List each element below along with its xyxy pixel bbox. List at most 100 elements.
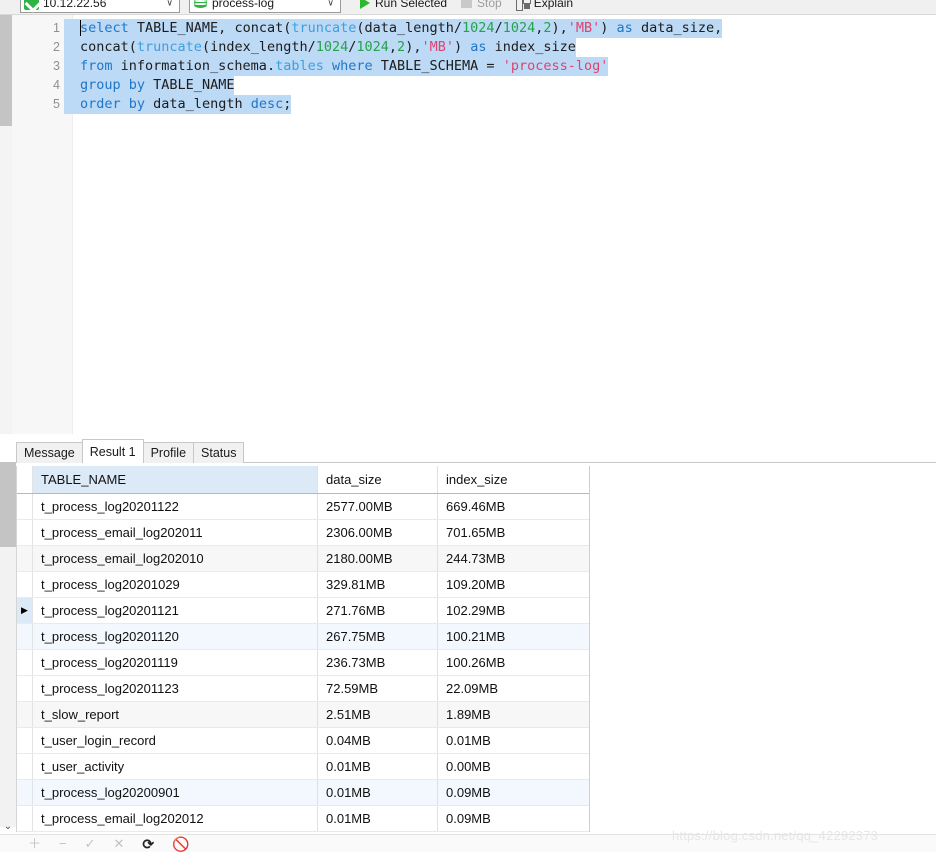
stop-button[interactable]: 🚫 [172, 837, 189, 851]
column-header-index_size[interactable]: index_size [438, 466, 589, 493]
tab-message[interactable]: Message [16, 442, 83, 463]
cell-index-size[interactable]: 0.09MB [438, 780, 589, 805]
table-row[interactable]: t_process_log20200901 0.01MB 0.09MB [17, 780, 589, 806]
table-row[interactable]: t_process_log20201122 2577.00MB 669.46MB [17, 494, 589, 520]
code-token: (index_length/ [201, 39, 316, 55]
cell-table-name[interactable]: t_process_log20200901 [33, 780, 318, 805]
table-row[interactable]: ▶ t_process_log20201121 271.76MB 102.29MB [17, 598, 589, 624]
cell-data-size[interactable]: 0.01MB [318, 780, 438, 805]
table-row[interactable]: t_slow_report 2.51MB 1.89MB [17, 702, 589, 728]
code-token: concat( [80, 39, 137, 55]
cell-table-name[interactable]: t_process_email_log202011 [33, 520, 318, 545]
result-grid[interactable]: TABLE_NAME data_size index_size t_process_l… [16, 466, 590, 832]
cell-table-name[interactable]: t_process_log20201120 [33, 624, 318, 649]
code-token: data_size, [640, 20, 723, 36]
cell-index-size[interactable]: 100.21MB [438, 624, 589, 649]
database-combobox[interactable]: process-log ∨ [189, 0, 341, 13]
cell-data-size[interactable]: 2577.00MB [318, 494, 438, 519]
cell-index-size[interactable]: 0.09MB [438, 806, 589, 831]
cell-data-size[interactable]: 267.75MB [318, 624, 438, 649]
editor-vertical-scrollbar-thumb[interactable] [0, 15, 12, 126]
refresh-button[interactable]: ⟳ [142, 837, 154, 851]
row-indicator[interactable] [17, 728, 33, 753]
cell-index-size[interactable]: 100.26MB [438, 650, 589, 675]
scroll-down-chevron-icon[interactable]: ⌄ [0, 818, 16, 834]
cell-table-name[interactable]: t_user_login_record [33, 728, 318, 753]
run-selected-button[interactable]: Run Selected [353, 0, 454, 14]
code-token: desc [250, 96, 284, 112]
cell-index-size[interactable]: 22.09MB [438, 676, 589, 701]
chevron-down-icon-db[interactable]: ∨ [327, 0, 334, 8]
sql-code-area[interactable]: 1 select TABLE_NAME, concat(truncate(data… [12, 19, 936, 114]
grid-corner-cell[interactable] [17, 466, 33, 493]
row-indicator[interactable] [17, 702, 33, 727]
explain-button[interactable]: Explain [509, 0, 580, 14]
cell-data-size[interactable]: 2180.00MB [318, 546, 438, 571]
current-row-indicator-icon[interactable]: ▶ [17, 598, 33, 623]
sql-editor[interactable]: 1 select TABLE_NAME, concat(truncate(data… [12, 15, 936, 434]
code-token: TABLE_NAME, concat( [136, 20, 292, 36]
connection-combobox[interactable]: 10.12.22.56 ∨ [20, 0, 180, 13]
table-row[interactable]: t_process_log20201120 267.75MB 100.21MB [17, 624, 589, 650]
cell-table-name[interactable]: t_process_email_log202012 [33, 806, 318, 831]
code-text[interactable]: select TABLE_NAME, concat(truncate(data_… [64, 19, 723, 38]
grid-vertical-scrollbar-thumb[interactable] [0, 462, 16, 547]
cell-table-name[interactable]: t_process_log20201123 [33, 676, 318, 701]
code-text[interactable]: group by TABLE_NAME [64, 76, 235, 95]
cell-data-size[interactable]: 0.01MB [318, 754, 438, 779]
table-row[interactable]: t_process_log20201029 329.81MB 109.20MB [17, 572, 589, 598]
row-indicator[interactable] [17, 676, 33, 701]
cell-table-name[interactable]: t_process_email_log202010 [33, 546, 318, 571]
row-indicator[interactable] [17, 780, 33, 805]
code-text[interactable]: concat(truncate(index_length/1024/1024,2… [64, 38, 576, 57]
result-pane: Message Result 1 Profile Status TABLE_NAME d… [0, 437, 936, 852]
cell-index-size[interactable]: 701.65MB [438, 520, 589, 545]
cell-data-size[interactable]: 0.01MB [318, 806, 438, 831]
tab-status[interactable]: Status [193, 442, 245, 463]
cell-data-size[interactable]: 0.04MB [318, 728, 438, 753]
table-row[interactable]: t_process_log20201119 236.73MB 100.26MB [17, 650, 589, 676]
code-text[interactable]: order by data_length desc; [64, 95, 292, 114]
cell-index-size[interactable]: 669.46MB [438, 494, 589, 519]
cell-table-name[interactable]: t_process_log20201119 [33, 650, 318, 675]
cell-table-name[interactable]: t_process_log20201029 [33, 572, 318, 597]
cell-table-name[interactable]: t_process_log20201121 [33, 598, 318, 623]
cell-index-size[interactable]: 0.01MB [438, 728, 589, 753]
cell-index-size[interactable]: 109.20MB [438, 572, 589, 597]
cell-data-size[interactable]: 236.73MB [318, 650, 438, 675]
row-indicator[interactable] [17, 650, 33, 675]
table-row[interactable]: t_process_email_log202012 0.01MB 0.09MB [17, 806, 589, 832]
table-row[interactable]: t_user_activity 0.01MB 0.00MB [17, 754, 589, 780]
code-token: ; [283, 96, 292, 112]
cell-index-size[interactable]: 244.73MB [438, 546, 589, 571]
row-indicator[interactable] [17, 546, 33, 571]
row-indicator[interactable] [17, 806, 33, 831]
cell-table-name[interactable]: t_process_log20201122 [33, 494, 318, 519]
code-text[interactable]: from information_schema.tables where TAB… [64, 57, 609, 76]
table-row[interactable]: t_user_login_record 0.04MB 0.01MB [17, 728, 589, 754]
chevron-down-icon[interactable]: ∨ [166, 0, 173, 8]
cell-table-name[interactable]: t_user_activity [33, 754, 318, 779]
table-row[interactable]: t_process_email_log202010 2180.00MB 244.73… [17, 546, 589, 572]
cell-data-size[interactable]: 329.81MB [318, 572, 438, 597]
cell-data-size[interactable]: 2.51MB [318, 702, 438, 727]
table-row[interactable]: t_process_email_log202011 2306.00MB 701.65… [17, 520, 589, 546]
code-line: 3 from information_schema.tables where TA… [12, 57, 936, 76]
tab-result-1[interactable]: Result 1 [81, 439, 144, 464]
cell-index-size[interactable]: 102.29MB [438, 598, 589, 623]
row-indicator[interactable] [17, 494, 33, 519]
tab-profile[interactable]: Profile [142, 442, 195, 463]
column-header-table_name[interactable]: TABLE_NAME [33, 466, 318, 493]
cell-table-name[interactable]: t_slow_report [33, 702, 318, 727]
row-indicator[interactable] [17, 520, 33, 545]
row-indicator[interactable] [17, 624, 33, 649]
row-indicator[interactable] [17, 572, 33, 597]
column-header-data_size[interactable]: data_size [318, 466, 438, 493]
cell-data-size[interactable]: 2306.00MB [318, 520, 438, 545]
table-row[interactable]: t_process_log20201123 72.59MB 22.09MB [17, 676, 589, 702]
cell-index-size[interactable]: 0.00MB [438, 754, 589, 779]
cell-data-size[interactable]: 72.59MB [318, 676, 438, 701]
cell-index-size[interactable]: 1.89MB [438, 702, 589, 727]
row-indicator[interactable] [17, 754, 33, 779]
cell-data-size[interactable]: 271.76MB [318, 598, 438, 623]
